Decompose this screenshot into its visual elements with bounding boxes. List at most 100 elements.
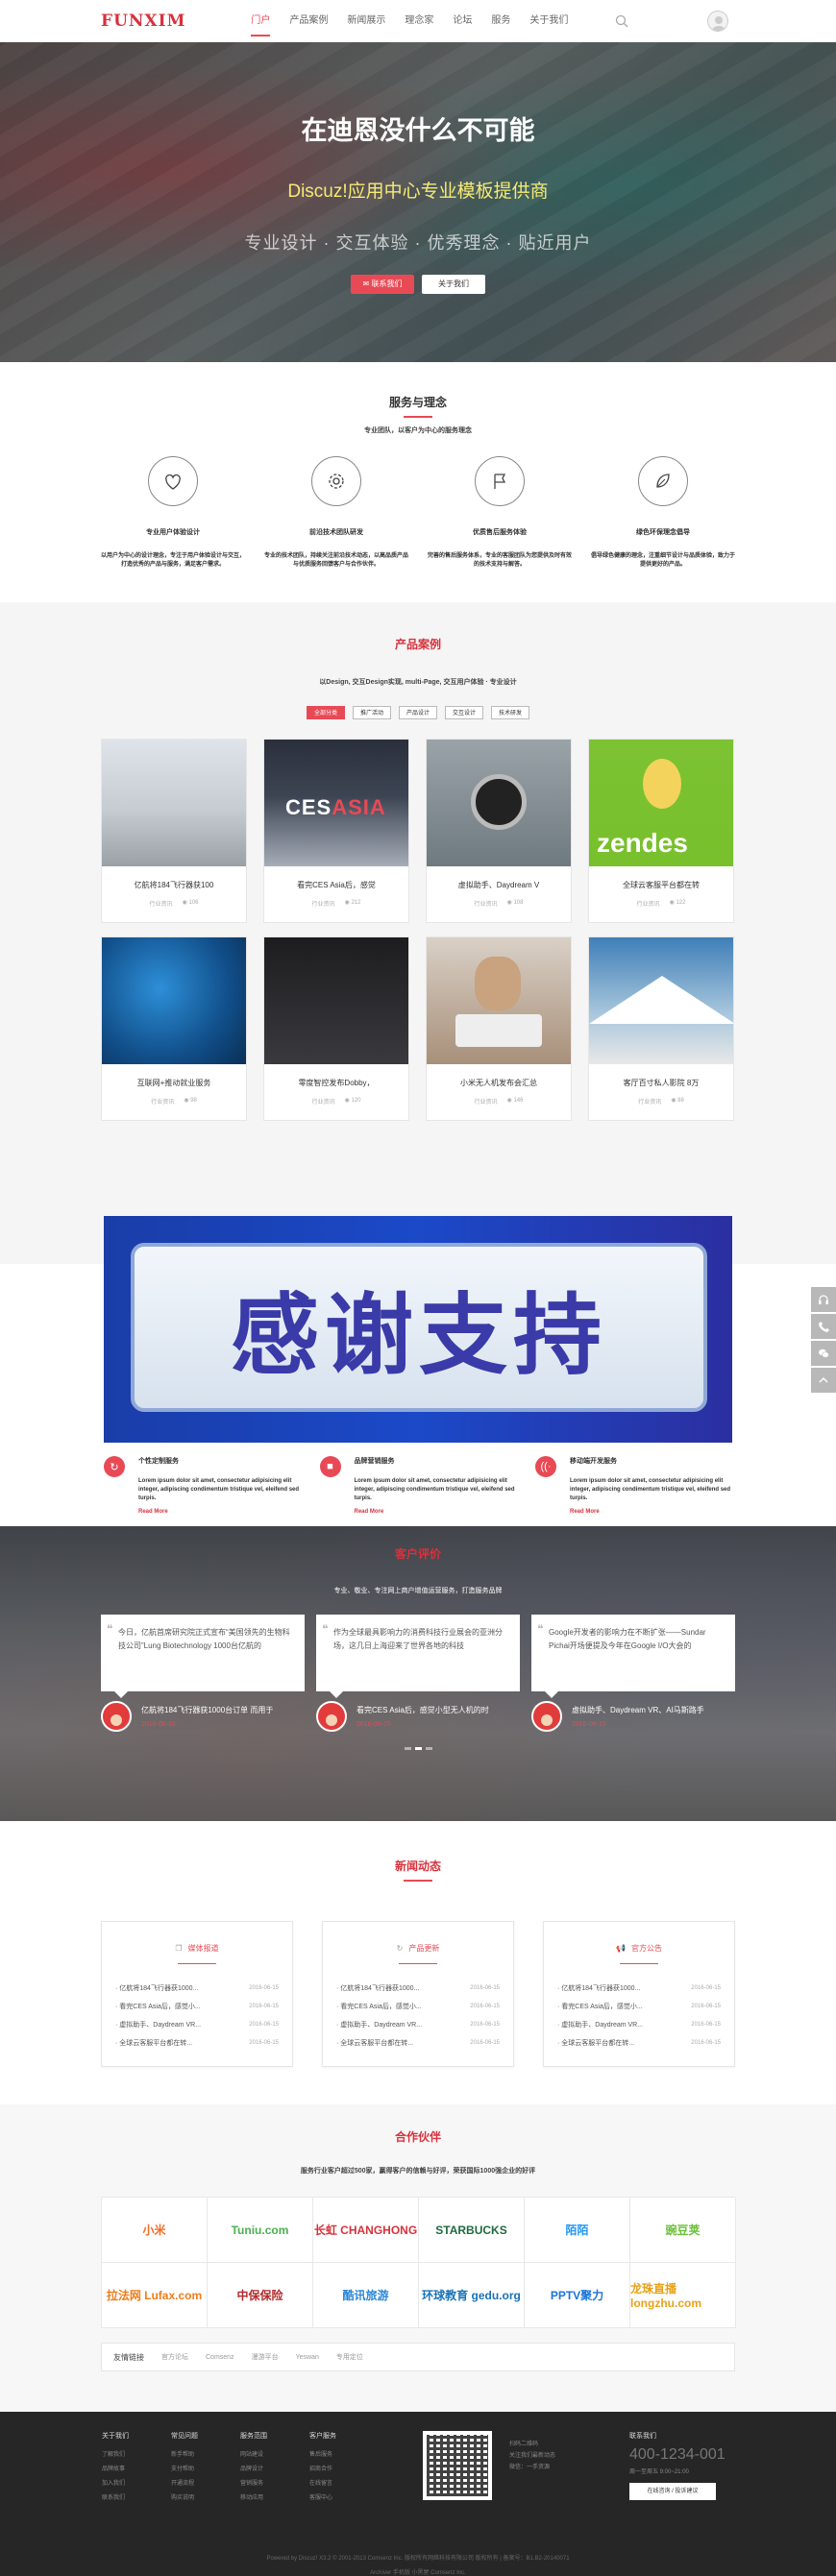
friend-link[interactable]: 专用定位 [336,2352,363,2362]
nav-item[interactable]: 新闻展示 [337,0,395,42]
consult-button[interactable]: 在线咨询 / 投诉建议 [629,2483,716,2500]
product-image[interactable] [589,937,733,1064]
partner-logo[interactable]: 拉法网 Lufax.com [102,2263,208,2328]
footer-link[interactable]: 开通流程 [171,2477,240,2491]
site-logo[interactable]: FUNXIM [101,12,185,31]
testimonial-title[interactable]: 虚拟助手、Daydream VR、AI马斯路手 [572,1705,704,1715]
news-item-title[interactable]: · 亿航将184飞行器获1000... [115,1980,198,1998]
product-card[interactable]: 虚拟助手、Daydream V 行业资讯 ◉ 108 [426,739,572,923]
product-image[interactable] [427,740,571,866]
product-image[interactable] [102,740,246,866]
news-item[interactable]: · 虚拟助手、Daydream VR... 2016-06-15 [115,2016,279,2034]
footer-link[interactable]: 支付帮助 [171,2463,240,2477]
testimonial-title[interactable]: 亿航将184飞行器获1000台订单 而用于 [141,1705,273,1715]
news-item[interactable]: · 虚拟助手、Daydream VR... 2016-06-15 [336,2016,500,2034]
footer-link[interactable]: 加入我们 [102,2477,171,2491]
partner-logo[interactable]: STARBUCKS [419,2198,525,2263]
product-title[interactable]: 虚拟助手、Daydream V [427,880,571,890]
footer-link[interactable]: 了解我们 [102,2448,171,2463]
news-item-title[interactable]: · 虚拟助手、Daydream VR... [336,2016,422,2034]
footer-link[interactable]: 购买说明 [171,2491,240,2506]
read-more-link[interactable]: Read More [570,1509,732,1515]
footer-link[interactable]: 新手帮助 [171,2448,240,2463]
partner-logo[interactable]: 长虹 CHANGHONG [313,2198,419,2263]
product-title[interactable]: 零度智控发布Dobby， [264,1078,408,1088]
partner-logo[interactable]: 中保保险 [208,2263,313,2328]
footer-link[interactable]: 客服中心 [309,2491,379,2506]
news-item-title[interactable]: · 全球云客服平台都在转... [557,2034,634,2053]
product-title[interactable]: 全球云客服平台都在转 [589,880,733,890]
product-title[interactable]: 互联网+推动就业服务 [102,1078,246,1088]
footer-link[interactable]: 移动应用 [240,2491,309,2506]
product-card[interactable]: 客厅百寸私人影院 8万 行业资讯 ◉ 88 [588,936,734,1121]
news-item-title[interactable]: · 看完CES Asia后，感觉小... [115,1998,201,2016]
news-item[interactable]: · 全球云客服平台都在转... 2016-06-15 [557,2034,721,2053]
news-item-title[interactable]: · 虚拟助手、Daydream VR... [557,2016,643,2034]
friend-link[interactable]: 官方论坛 [161,2352,188,2362]
filter-tab[interactable]: 技术研发 [491,706,530,719]
product-title[interactable]: 客厅百寸私人影院 8万 [589,1078,733,1088]
friend-link[interactable]: Yeswan [296,2354,319,2361]
news-item-title[interactable]: · 全球云客服平台都在转... [115,2034,192,2053]
news-item-title[interactable]: · 亿航将184飞行器获1000... [336,1980,419,1998]
footer-link[interactable]: 联系我们 [102,2491,171,2506]
product-image[interactable] [264,937,408,1064]
user-avatar[interactable] [707,11,728,32]
news-item[interactable]: · 看完CES Asia后，感觉小... 2016-06-15 [557,1998,721,2016]
news-column-title[interactable]: ↻ 产品更新 [323,1943,513,1954]
back-to-top-icon[interactable] [811,1368,836,1393]
footer-link[interactable]: 在线留言 [309,2477,379,2491]
partner-logo[interactable]: 豌豆荚 [630,2198,736,2263]
news-item-title[interactable]: · 看完CES Asia后，感觉小... [557,1998,643,2016]
product-card[interactable]: 小米无人机发布会汇总 行业资讯 ◉ 146 [426,936,572,1121]
partner-logo[interactable]: 小米 [102,2198,208,2263]
footer-link[interactable]: 网站建设 [240,2448,309,2463]
partner-logo[interactable]: 酷讯旅游 [313,2263,419,2328]
partner-logo[interactable]: 龙珠直播 longzhu.com [630,2263,736,2328]
filter-tab[interactable]: 交互设计 [445,706,484,719]
product-image[interactable] [102,937,246,1064]
filter-tab[interactable]: 全部分类 [306,706,345,719]
friend-link[interactable]: 漫游平台 [252,2352,279,2362]
news-item[interactable]: · 全球云客服平台都在转... 2016-06-15 [115,2034,279,2053]
about-button[interactable]: 关于我们 [422,275,485,294]
testimonial-title[interactable]: 看完CES Asia后，感觉小型无人机的时 [357,1705,489,1715]
search-icon[interactable] [615,14,628,28]
footer-link[interactable]: 品牌设计 [240,2463,309,2477]
read-more-link[interactable]: Read More [138,1509,301,1515]
filter-tab[interactable]: 产品设计 [398,706,437,719]
footer-link[interactable]: 售后服务 [309,2448,379,2463]
product-card[interactable]: zendes 全球云客服平台都在转 行业资讯 ◉ 122 [588,739,734,923]
carousel-dot[interactable] [404,1747,411,1750]
product-title[interactable]: 小米无人机发布会汇总 [427,1078,571,1088]
news-item[interactable]: · 全球云客服平台都在转... 2016-06-15 [336,2034,500,2053]
contact-button[interactable]: ✉ 联系我们 [351,275,414,294]
partner-logo[interactable]: 环球教育 gedu.org [419,2263,525,2328]
wechat-icon[interactable] [811,1341,836,1366]
read-more-link[interactable]: Read More [355,1509,517,1515]
carousel-dots[interactable] [0,1747,836,1750]
product-title[interactable]: 亿航将184飞行器获100 [102,880,246,890]
news-item-title[interactable]: · 全球云客服平台都在转... [336,2034,413,2053]
carousel-dot[interactable] [414,1747,422,1750]
news-item[interactable]: · 看完CES Asia后，感觉小... 2016-06-15 [115,1998,279,2016]
filter-tab[interactable]: 推广活动 [352,706,391,719]
footer-link[interactable]: 营销服务 [240,2477,309,2491]
phone-icon[interactable] [811,1314,836,1339]
nav-item[interactable]: 门户 [241,0,280,42]
product-title[interactable]: 看完CES Asia后，感觉 [264,880,408,890]
news-item[interactable]: · 亿航将184飞行器获1000... 2016-06-15 [336,1980,500,1998]
partner-logo[interactable]: Tuniu.com [208,2198,313,2263]
product-card[interactable]: 互联网+推动就业服务 行业资讯 ◉ 98 [101,936,247,1121]
news-column-title[interactable]: 📢 官方公告 [544,1943,734,1954]
news-item[interactable]: · 看完CES Asia后，感觉小... 2016-06-15 [336,1998,500,2016]
nav-item[interactable]: 关于我们 [520,0,578,42]
footer-link[interactable]: 品牌故事 [102,2463,171,2477]
partner-logo[interactable]: 陌陌 [525,2198,630,2263]
nav-item[interactable]: 服务 [481,0,520,42]
news-column-title[interactable]: ❐ 媒体报道 [102,1943,292,1954]
headset-icon[interactable] [811,1287,836,1312]
product-image[interactable] [427,937,571,1064]
news-item-title[interactable]: · 亿航将184飞行器获1000... [557,1980,640,1998]
product-image[interactable]: zendes [589,740,733,866]
